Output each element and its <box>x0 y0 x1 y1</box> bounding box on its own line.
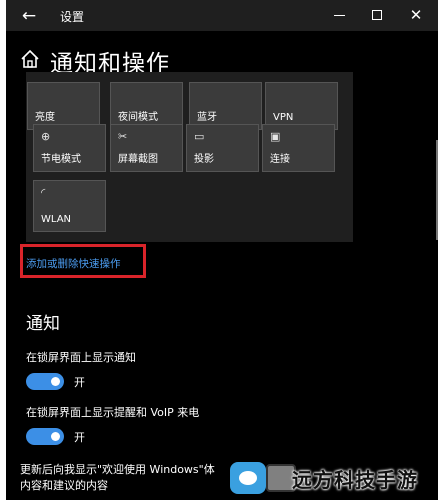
tile-label: 亮度 <box>35 112 55 123</box>
quick-action-tile-vpn[interactable]: VPN <box>265 82 338 130</box>
window-title: 设置 <box>60 10 85 24</box>
minimize-button[interactable] <box>324 4 354 26</box>
maximize-button[interactable] <box>362 4 392 26</box>
add-remove-quick-actions-link[interactable]: 添加或删除快速操作 <box>26 256 121 271</box>
battery-saver-icon: ⊕ <box>41 130 51 143</box>
tile-label: VPN <box>273 112 294 123</box>
quick-action-tile-wlan[interactable]: ◜ WLAN <box>33 180 106 232</box>
quick-action-tile-night-mode[interactable]: 夜间模式 <box>110 82 183 130</box>
welcome-option-label: 更新后向我显示"欢迎使用 Windows"体 <box>20 463 215 476</box>
wifi-icon: ◜ <box>41 186 46 199</box>
quick-action-tile-battery-saver[interactable]: ⊕ 节电模式 <box>33 124 106 172</box>
tile-label: 投影 <box>194 154 214 165</box>
tile-label: 连接 <box>270 154 290 165</box>
connect-icon: ▣ <box>270 130 281 143</box>
lock-screen-reminders-toggle[interactable] <box>26 428 64 445</box>
toggle-knob <box>51 377 60 386</box>
welcome-option-label-line2: 内容和建议的内容 <box>20 479 108 492</box>
project-icon: ▭ <box>194 130 205 143</box>
tile-label: 夜间模式 <box>118 112 158 123</box>
lock-screen-notifications-label: 在锁屏界面上显示通知 <box>26 351 136 364</box>
tile-label: 节电模式 <box>41 154 81 165</box>
minimize-icon <box>333 14 345 16</box>
screenshot-icon: ✂ <box>118 130 128 143</box>
quick-actions-panel: 亮度 夜间模式 蓝牙 VPN ⊕ 节电模式 ✂ 屏幕截图 ▭ 投影 ▣ 连接 ◜… <box>26 72 353 242</box>
quick-action-tile-bluetooth[interactable]: 蓝牙 <box>189 82 262 130</box>
title-bar: ← 设置 ✕ <box>6 0 438 31</box>
toggle-knob <box>51 432 60 441</box>
tile-label: WLAN <box>41 214 72 225</box>
notifications-heading: 通知 <box>26 314 60 334</box>
settings-window: ← 设置 ✕ 通知和操作 亮度 夜间模式 蓝牙 VPN ⊕ 节电模式 ✂ 屏幕截… <box>6 0 438 500</box>
close-button[interactable]: ✕ <box>401 4 431 26</box>
close-icon: ✕ <box>409 6 423 24</box>
home-icon[interactable] <box>18 47 42 71</box>
scrollbar[interactable] <box>436 140 438 240</box>
lock-screen-reminders-label: 在锁屏界面上显示提醒和 VoIP 来电 <box>26 406 200 419</box>
quick-action-tile-project[interactable]: ▭ 投影 <box>186 124 259 172</box>
tile-label: 屏幕截图 <box>118 154 158 165</box>
tile-label: 蓝牙 <box>197 112 217 123</box>
maximize-icon <box>372 10 382 20</box>
back-arrow-icon[interactable]: ← <box>18 5 40 27</box>
toggle-state-text: 开 <box>74 431 85 444</box>
quick-action-tile-screenshot[interactable]: ✂ 屏幕截图 <box>110 124 183 172</box>
toggle-state-text: 开 <box>74 376 85 389</box>
bird-logo-icon <box>230 462 266 494</box>
quick-action-tile-connect[interactable]: ▣ 连接 <box>262 124 335 172</box>
watermark: 远方科技手游 <box>230 458 444 500</box>
lock-screen-notifications-toggle[interactable] <box>26 373 64 390</box>
quick-action-tile-brightness[interactable]: 亮度 <box>27 82 100 130</box>
watermark-text: 远方科技手游 <box>292 468 418 492</box>
